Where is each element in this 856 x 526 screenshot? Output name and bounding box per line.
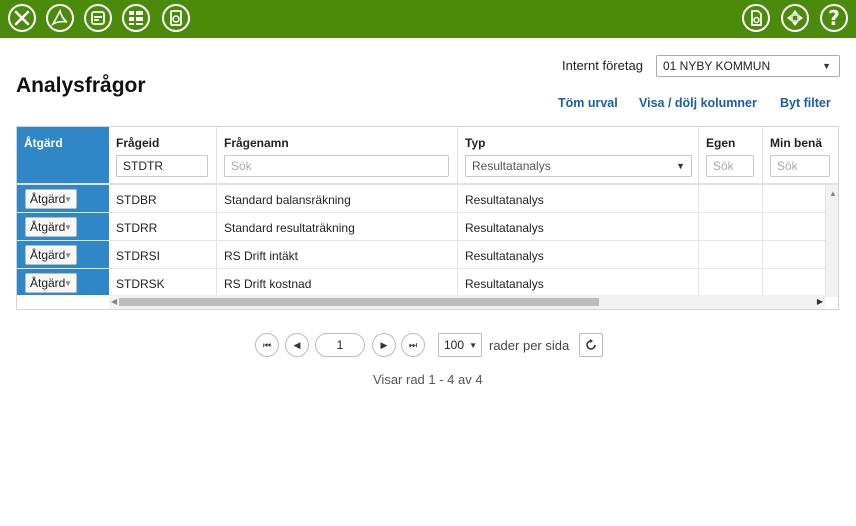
expand-icon[interactable] (781, 4, 809, 32)
cell-own (699, 241, 763, 269)
page-size-value: 100 (444, 338, 465, 352)
company-select[interactable]: 01 NYBY KOMMUN ▼ (656, 55, 840, 77)
scroll-left-icon[interactable]: ◀ (111, 297, 117, 306)
cell-type: Resultatanalys (458, 241, 699, 269)
chevron-down-icon: ▼ (822, 61, 831, 71)
filter-id-input[interactable]: STDTR (116, 155, 208, 177)
first-page-icon: ⏮ (262, 339, 272, 350)
row-action-button[interactable]: Åtgärd ▼ (25, 189, 77, 209)
cell-name: Standard balansräkning (217, 185, 458, 213)
company-label: Internt företag (562, 58, 643, 73)
table-row[interactable]: Åtgärd ▼ STDBR Standard balansräkning Res… (17, 185, 825, 213)
header-action: Åtgärd (17, 127, 109, 183)
filter-own-input[interactable]: Sök (706, 155, 754, 177)
next-page-icon: ▶ (380, 339, 388, 350)
chevron-down-icon: ▼ (64, 195, 72, 204)
filter-type-select[interactable]: Resultatanalys ▼ (465, 155, 692, 177)
top-toolbar: ? (0, 0, 856, 38)
refresh-icon (586, 339, 596, 350)
row-action-button[interactable]: Åtgärd ▼ (25, 217, 77, 237)
print-icon[interactable] (84, 4, 112, 32)
vertical-scrollbar[interactable]: ▲ (825, 185, 838, 297)
header-own-label: Egen (706, 136, 736, 150)
query-grid: Åtgärd Frågeid STDTR Frågenamn Sök Typ R… (16, 126, 839, 310)
header-id[interactable]: Frågeid STDTR (109, 127, 217, 183)
chevron-down-icon: ▼ (469, 341, 477, 350)
cell-name: Standard resultaträkning (217, 213, 458, 241)
page-size-select[interactable]: 100 ▼ (438, 333, 482, 357)
scroll-up-icon[interactable]: ▲ (829, 189, 837, 198)
chevron-down-icon: ▼ (64, 223, 72, 232)
filter-name-input[interactable]: Sök (224, 155, 449, 177)
header-min[interactable]: Min benä Sök (763, 127, 838, 183)
header-own[interactable]: Egen Sök (699, 127, 763, 183)
cell-own (699, 185, 763, 213)
page-number-input[interactable]: 1 (315, 333, 365, 357)
first-page-button[interactable]: ⏮ (255, 333, 279, 357)
row-action-button[interactable]: Åtgärd ▼ (25, 273, 77, 293)
cell-type: Resultatanalys (458, 185, 699, 213)
cell-id: STDRSK (109, 269, 217, 297)
switch-filter-link[interactable]: Byt filter (780, 96, 831, 110)
table-row[interactable]: Åtgärd ▼ STDRSI RS Drift intäkt Resultata… (17, 241, 825, 269)
header-name[interactable]: Frågenamn Sök (217, 127, 458, 183)
header-min-label: Min benä (770, 136, 823, 150)
cell-name: RS Drift intäkt (217, 241, 458, 269)
excel-icon[interactable] (8, 4, 36, 32)
cell-name: RS Drift kostnad (217, 269, 458, 297)
cell-type: Resultatanalys (458, 213, 699, 241)
horizontal-scroll-thumb[interactable] (119, 298, 599, 306)
report-icon[interactable] (162, 4, 190, 32)
pager-info: Visar rad 1 - 4 av 4 (373, 372, 483, 387)
table-row[interactable]: Åtgärd ▼ STDRR Standard resultaträkning R… (17, 213, 825, 241)
export-icon[interactable] (742, 4, 770, 32)
toggle-columns-link[interactable]: Visa / dölj kolumner (639, 96, 757, 110)
page-title: Analysfrågor (16, 74, 146, 97)
scroll-right-icon[interactable]: ▶ (817, 297, 823, 306)
company-select-value: 01 NYBY KOMMUN (663, 59, 771, 73)
prev-page-button[interactable]: ◀ (285, 333, 309, 357)
table-row[interactable]: Åtgärd ▼ STDRSK RS Drift kostnad Resultat… (17, 269, 825, 297)
header-type-label: Typ (465, 136, 486, 150)
header-action-label: Åtgärd (24, 136, 63, 150)
clear-selection-link[interactable]: Töm urval (558, 96, 618, 110)
last-page-icon: ⏭ (408, 339, 418, 350)
last-page-button[interactable]: ⏭ (401, 333, 425, 357)
header-id-label: Frågeid (116, 136, 160, 150)
cell-id: STDBR (109, 185, 217, 213)
prev-page-icon: ◀ (293, 339, 301, 350)
row-action-button[interactable]: Åtgärd ▼ (25, 245, 77, 265)
filter-type-value: Resultatanalys (472, 159, 551, 173)
chevron-down-icon: ▼ (64, 279, 72, 288)
columns-icon[interactable] (122, 4, 150, 32)
horizontal-scrollbar[interactable]: ◀ ▶ (109, 295, 825, 309)
help-icon[interactable]: ? (820, 4, 848, 32)
chevron-down-icon: ▼ (64, 251, 72, 260)
header-type[interactable]: Typ Resultatanalys ▼ (458, 127, 699, 183)
chevron-down-icon: ▼ (676, 161, 685, 171)
cell-own (699, 213, 763, 241)
cell-type: Resultatanalys (458, 269, 699, 297)
filter-min-input[interactable]: Sök (770, 155, 830, 177)
cell-own (699, 269, 763, 297)
pdf-icon[interactable] (46, 4, 74, 32)
next-page-button[interactable]: ▶ (372, 333, 396, 357)
header-name-label: Frågenamn (224, 136, 289, 150)
cell-id: STDRR (109, 213, 217, 241)
refresh-button[interactable] (579, 333, 603, 357)
cell-id: STDRSI (109, 241, 217, 269)
page-size-label: rader per sida (489, 338, 570, 353)
